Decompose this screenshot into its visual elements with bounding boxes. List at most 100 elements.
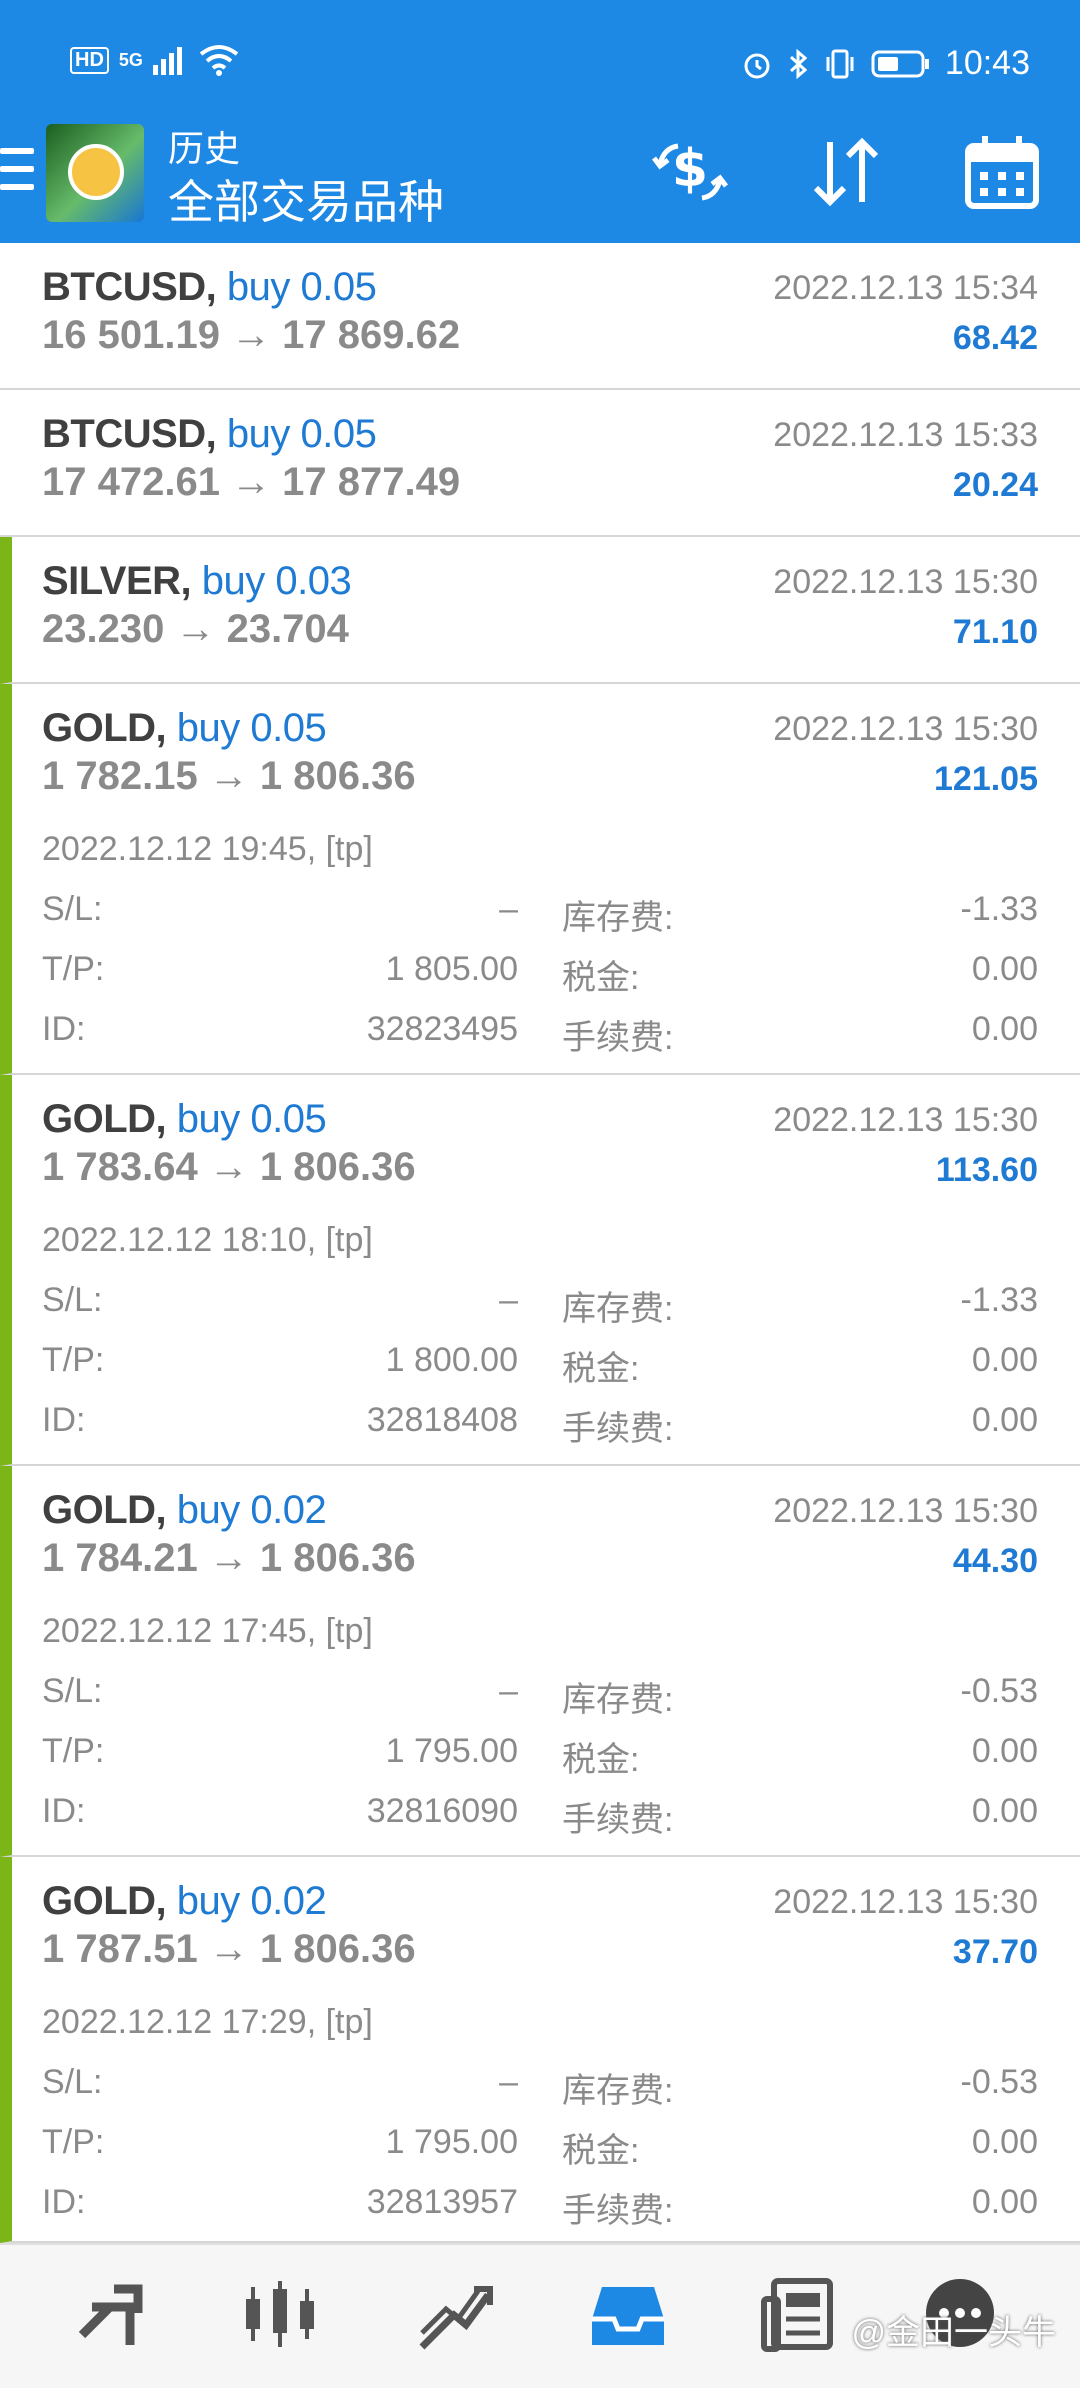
fee-value: 0.00	[971, 2183, 1038, 2221]
trade-profit: 20.24	[952, 466, 1038, 504]
sl-value: –	[499, 1672, 518, 1710]
trade-symbol: BTCUSD,	[42, 265, 217, 309]
trade-prices: 1 783.64 → 1 806.36	[42, 1145, 416, 1189]
sl-value: –	[499, 890, 518, 928]
trade-row-expanded[interactable]: GOLD, buy 0.05 2022.12.13 15:30 1 782.15…	[0, 684, 1080, 1075]
currency-exchange-icon[interactable]: $	[650, 134, 730, 210]
tp-value: 1 795.00	[385, 2123, 518, 2161]
trade-open-time: 2022.12.12 18:10, [tp]	[42, 1221, 373, 1259]
trade-close-time: 2022.12.13 15:30	[773, 563, 1038, 601]
swap-label: 库存费:	[562, 899, 674, 937]
trade-prices: 17 472.61 → 17 877.49	[42, 460, 461, 504]
tp-label: T/P:	[42, 1732, 105, 1770]
swap-label: 库存费:	[562, 2072, 674, 2110]
tax-value: 0.00	[971, 1732, 1038, 1770]
tax-label: 税金:	[562, 1350, 640, 1388]
trade-close-time: 2022.12.13 15:33	[773, 416, 1038, 454]
trade-symbol: BTCUSD,	[42, 412, 217, 456]
fee-value: 0.00	[971, 1401, 1038, 1439]
trade-prices: 1 784.21 → 1 806.36	[42, 1536, 416, 1580]
tp-value: 1 805.00	[385, 950, 518, 988]
battery-icon	[871, 50, 929, 77]
page-title[interactable]: 全部交易品种	[168, 166, 444, 232]
tp-value: 1 795.00	[385, 1732, 518, 1770]
trade-row-expanded[interactable]: GOLD, buy 0.02 2022.12.13 15:30 1 784.21…	[0, 1466, 1080, 1857]
sl-value: –	[499, 1281, 518, 1319]
trade-profit: 113.60	[935, 1151, 1038, 1189]
trade-close-time: 2022.12.13 15:30	[773, 1492, 1038, 1530]
trade-side: buy 0.02	[176, 1879, 327, 1923]
bluetooth-icon	[789, 48, 808, 79]
tax-value: 0.00	[971, 1341, 1038, 1379]
bottom-navigation: @金田一头牛	[0, 2243, 1080, 2388]
trade-close-time: 2022.12.13 15:30	[773, 1101, 1038, 1139]
trade-side: buy 0.05	[176, 1097, 327, 1141]
trade-row-expanded[interactable]: GOLD, buy 0.02 2022.12.13 15:30 1 787.51…	[0, 1857, 1080, 2243]
trade-symbol: GOLD,	[42, 1097, 167, 1141]
fee-label: 手续费:	[562, 1410, 674, 1448]
id-label: ID:	[42, 2183, 86, 2221]
status-time: 10:43	[944, 44, 1030, 82]
tax-label: 税金:	[562, 959, 640, 997]
trade-row-expanded[interactable]: GOLD, buy 0.05 2022.12.13 15:30 1 783.64…	[0, 1075, 1080, 1466]
trade-symbol: GOLD,	[42, 706, 167, 750]
id-value: 32813957	[366, 2183, 518, 2221]
trade-open-time: 2022.12.12 19:45, [tp]	[42, 830, 373, 868]
status-right: 10:43	[741, 44, 1030, 83]
trade-close-time: 2022.12.13 15:30	[773, 1883, 1038, 1921]
fee-label: 手续费:	[562, 1019, 674, 1057]
trade-symbol: SILVER,	[42, 559, 192, 603]
trade-profit: 37.70	[952, 1933, 1038, 1971]
menu-icon[interactable]	[0, 148, 34, 198]
id-label: ID:	[42, 1401, 86, 1439]
fee-label: 手续费:	[562, 2192, 674, 2230]
app-logo	[46, 124, 144, 222]
trade-close-time: 2022.12.13 15:30	[773, 710, 1038, 748]
tax-label: 税金:	[562, 1741, 640, 1779]
swap-label: 库存费:	[562, 1290, 674, 1328]
tax-value: 0.00	[971, 2123, 1038, 2161]
trade-symbol: GOLD,	[42, 1488, 167, 1532]
fee-value: 0.00	[971, 1010, 1038, 1048]
tax-label: 税金:	[562, 2132, 640, 2170]
trade-row[interactable]: BTCUSD, buy 0.05 2022.12.13 15:34 16 501…	[0, 243, 1080, 390]
trade-prices: 1 782.15 → 1 806.36	[42, 754, 416, 798]
status-left: HD 5G	[70, 44, 239, 76]
trade-side: buy 0.05	[226, 412, 377, 456]
vibrate-icon	[826, 49, 854, 78]
trade-symbol: GOLD,	[42, 1879, 167, 1923]
swap-value: -1.33	[960, 890, 1039, 928]
trade-side: buy 0.05	[226, 265, 377, 309]
trade-prices: 16 501.19 → 17 869.62	[42, 313, 461, 357]
trade-row[interactable]: SILVER, buy 0.03 2022.12.13 15:30 23.230…	[0, 537, 1080, 684]
tax-value: 0.00	[971, 950, 1038, 988]
sl-label: S/L:	[42, 2063, 103, 2101]
trade-side: buy 0.02	[176, 1488, 327, 1532]
swap-value: -0.53	[960, 1672, 1039, 1710]
header-area: HD 5G 10:43 历史 全部交易品种 $	[0, 0, 1080, 243]
trade-row[interactable]: BTCUSD, buy 0.05 2022.12.13 15:33 17 472…	[0, 390, 1080, 537]
fee-label: 手续费:	[562, 1801, 674, 1839]
signal-icon	[152, 47, 182, 75]
hd-badge: HD	[70, 46, 109, 74]
quotes-icon[interactable]	[70, 2275, 150, 2355]
swap-value: -0.53	[960, 2063, 1039, 2101]
swap-value: -1.33	[960, 1281, 1039, 1319]
calendar-icon[interactable]	[964, 134, 1040, 210]
watermark: @金田一头牛	[851, 2314, 1056, 2352]
swap-label: 库存费:	[562, 1681, 674, 1719]
trade-prices: 1 787.51 → 1 806.36	[42, 1927, 416, 1971]
tp-value: 1 800.00	[385, 1341, 518, 1379]
trade-icon[interactable]	[414, 2275, 494, 2355]
sl-value: –	[499, 2063, 518, 2101]
trade-open-time: 2022.12.12 17:29, [tp]	[42, 2003, 373, 2041]
app-bar: 历史 全部交易品种 $	[0, 120, 1080, 243]
chart-icon[interactable]	[240, 2275, 320, 2355]
trade-close-time: 2022.12.13 15:34	[773, 269, 1038, 307]
history-icon[interactable]	[588, 2275, 668, 2355]
sl-label: S/L:	[42, 890, 103, 928]
alarm-icon	[744, 53, 770, 78]
5g-badge: 5G	[118, 49, 143, 70]
news-icon[interactable]	[760, 2275, 840, 2355]
sort-icon[interactable]	[806, 134, 886, 210]
